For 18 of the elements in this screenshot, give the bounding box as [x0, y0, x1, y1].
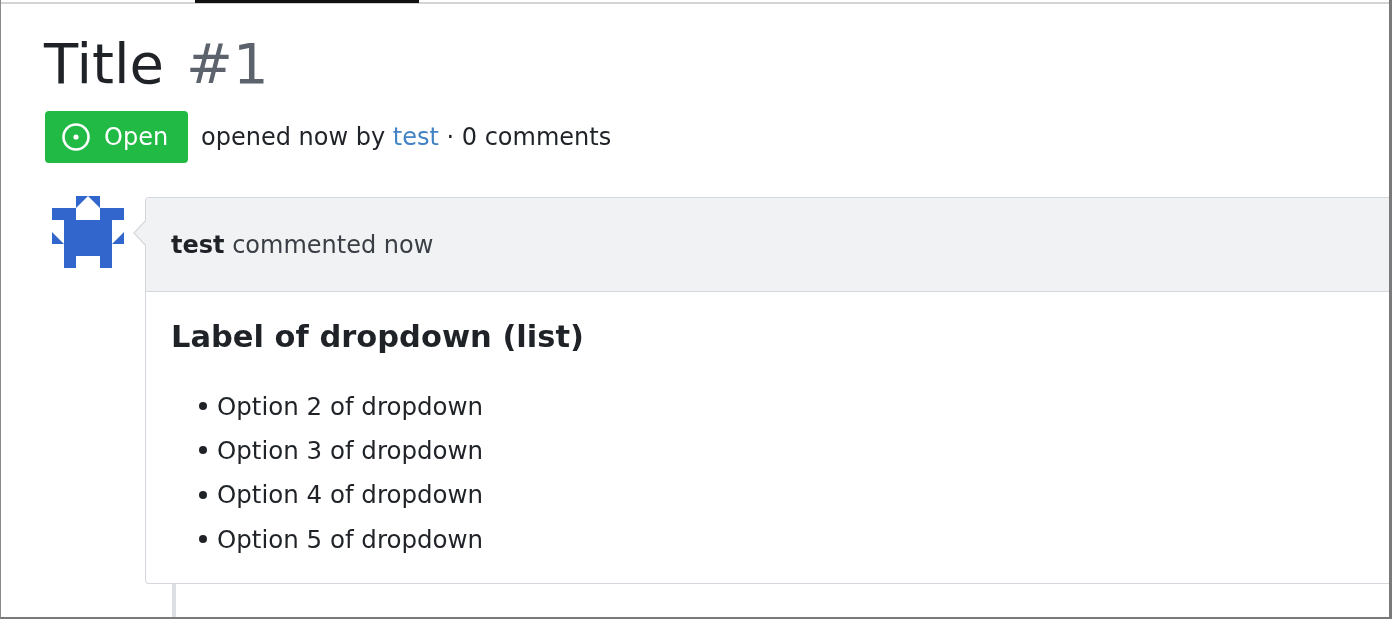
comment-heading: Label of dropdown (list)	[171, 318, 585, 356]
bullet-icon	[199, 446, 207, 455]
comment-author-link[interactable]: test	[171, 230, 225, 259]
bullet-icon	[199, 490, 207, 499]
issue-number: #1	[186, 30, 269, 98]
circle-dot-icon	[62, 123, 90, 151]
bullet-icon	[199, 535, 207, 544]
issue-title: Title	[44, 30, 164, 98]
list-item: Option 5 of dropdown	[217, 524, 484, 554]
comment-meta: test commented now	[171, 230, 434, 259]
list-item: Option 4 of dropdown	[217, 480, 484, 510]
bullet-icon	[199, 402, 207, 411]
issue-meta: opened now by test · 0 comments	[201, 123, 612, 151]
status-label: Open	[104, 123, 169, 151]
list-item: Option 2 of dropdown	[217, 391, 484, 421]
list-item: Option 3 of dropdown	[217, 435, 484, 465]
author-link[interactable]: test	[392, 123, 439, 151]
avatar-icon	[52, 196, 124, 268]
